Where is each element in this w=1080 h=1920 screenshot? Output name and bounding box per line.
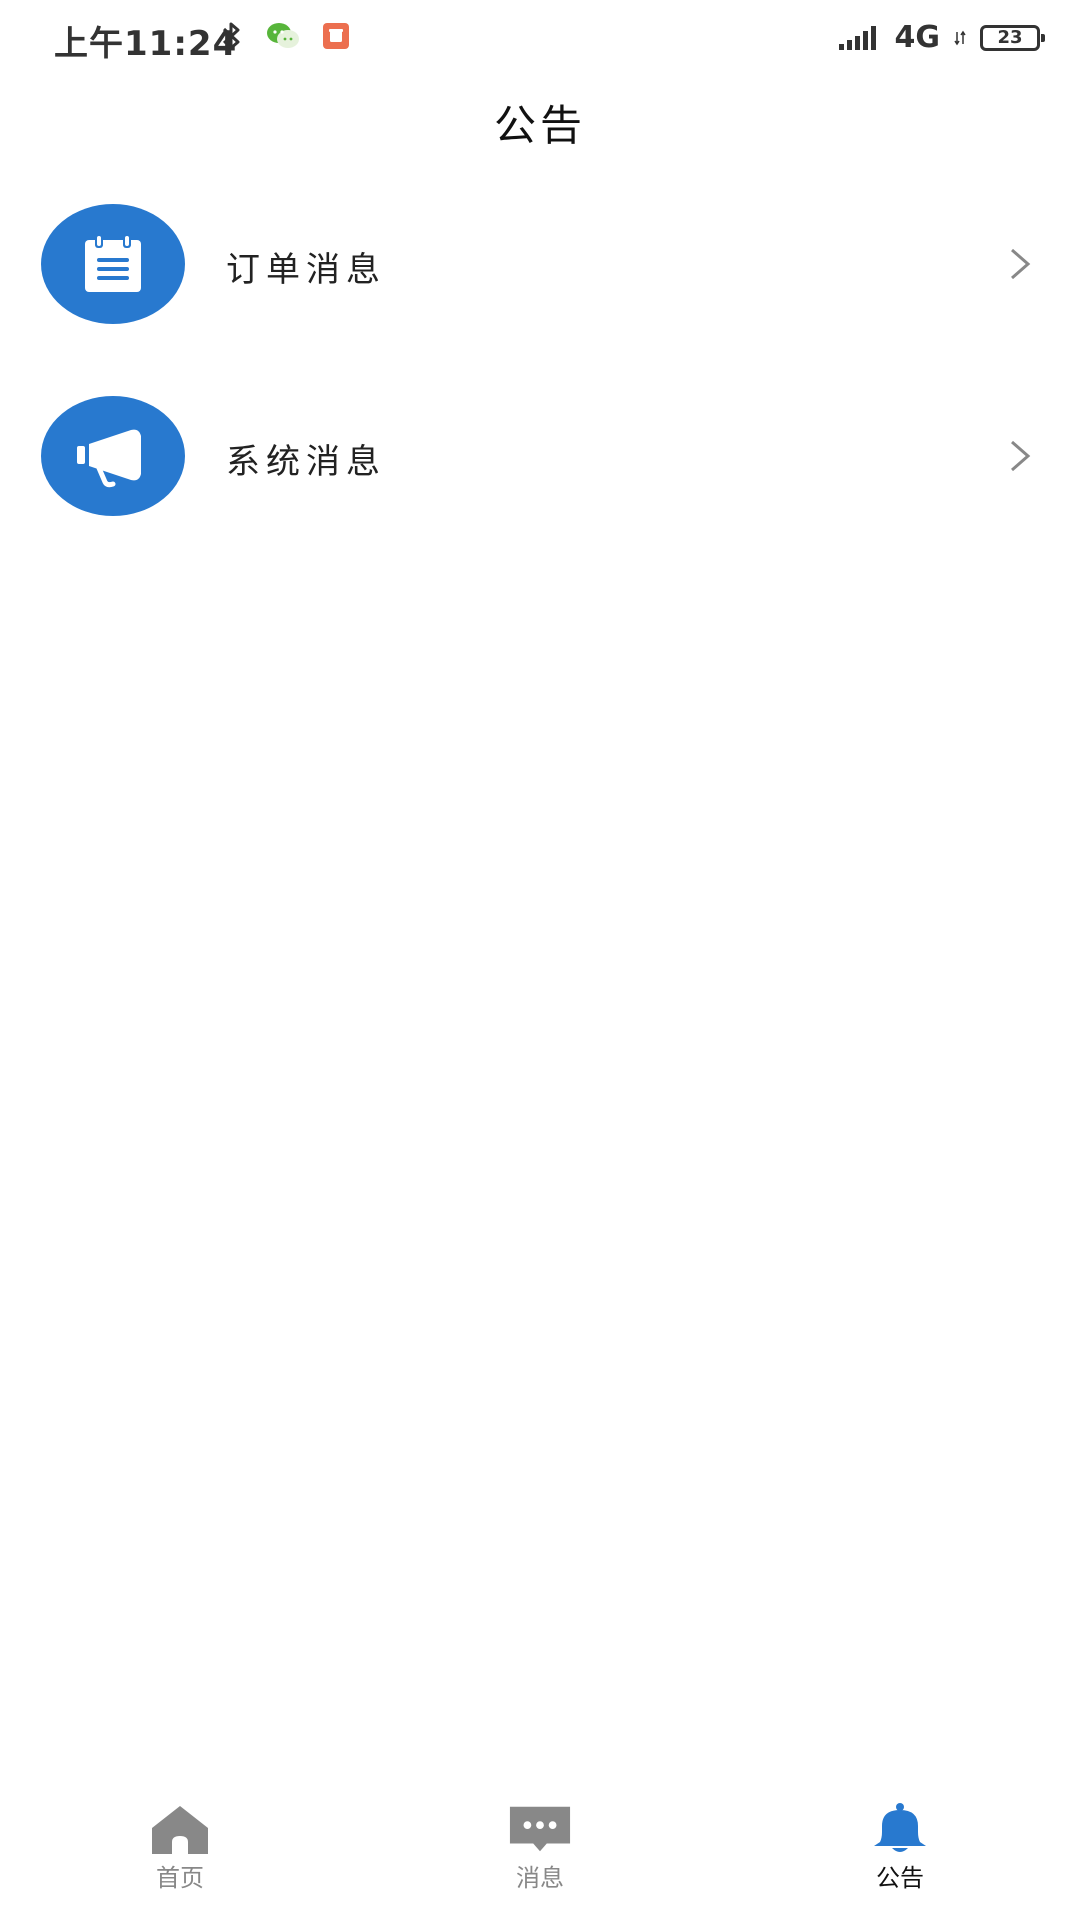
nav-label-home: 首页 (156, 1864, 204, 1892)
chevron-right-icon (1011, 440, 1031, 472)
notice-list: 订单消息 系统消息 (0, 204, 1080, 588)
list-item-label: 系统消息 (226, 442, 386, 482)
list-item-label: 订单消息 (226, 250, 386, 290)
order-avatar (41, 204, 185, 324)
page-title: 公告 (493, 101, 586, 150)
battery-level: 23 (997, 27, 1023, 48)
battery-indicator: 23 (980, 24, 1045, 51)
megaphone-icon (77, 429, 141, 488)
system-avatar (41, 396, 185, 516)
home-icon (148, 1802, 212, 1856)
bottom-nav: 首页 消息 公告 (0, 1792, 1080, 1920)
signal-icon (838, 25, 876, 50)
list-item-system-messages[interactable]: 系统消息 (0, 396, 1080, 588)
nav-item-messages[interactable]: 消息 (360, 1792, 720, 1920)
nav-item-notices[interactable]: 公告 (720, 1792, 1080, 1920)
status-bar: 上午11:24 4G 23 (0, 0, 1080, 78)
screen: 上午11:24 4G 23 公告 订单消息 系统消息 首页 消息 公告 (0, 0, 1080, 1920)
nav-item-home[interactable]: 首页 (0, 1792, 360, 1920)
wechat-icon (267, 23, 299, 48)
chat-bubble-icon (508, 1802, 572, 1856)
bluetooth-icon (222, 22, 240, 50)
clipboard-icon (85, 234, 141, 292)
status-icons-left (220, 20, 350, 52)
nav-label-notices: 公告 (876, 1864, 924, 1892)
chevron-right-icon (1011, 248, 1031, 280)
list-item-order-messages[interactable]: 订单消息 (0, 204, 1080, 396)
nav-label-messages: 消息 (516, 1864, 564, 1892)
status-icons-right: 4G 23 (838, 20, 1045, 55)
data-arrows-icon (954, 30, 966, 45)
network-type: 4G (894, 20, 941, 55)
status-time: 上午11:24 (54, 24, 238, 64)
app-notification-icon (323, 23, 349, 49)
bell-icon (868, 1802, 932, 1856)
